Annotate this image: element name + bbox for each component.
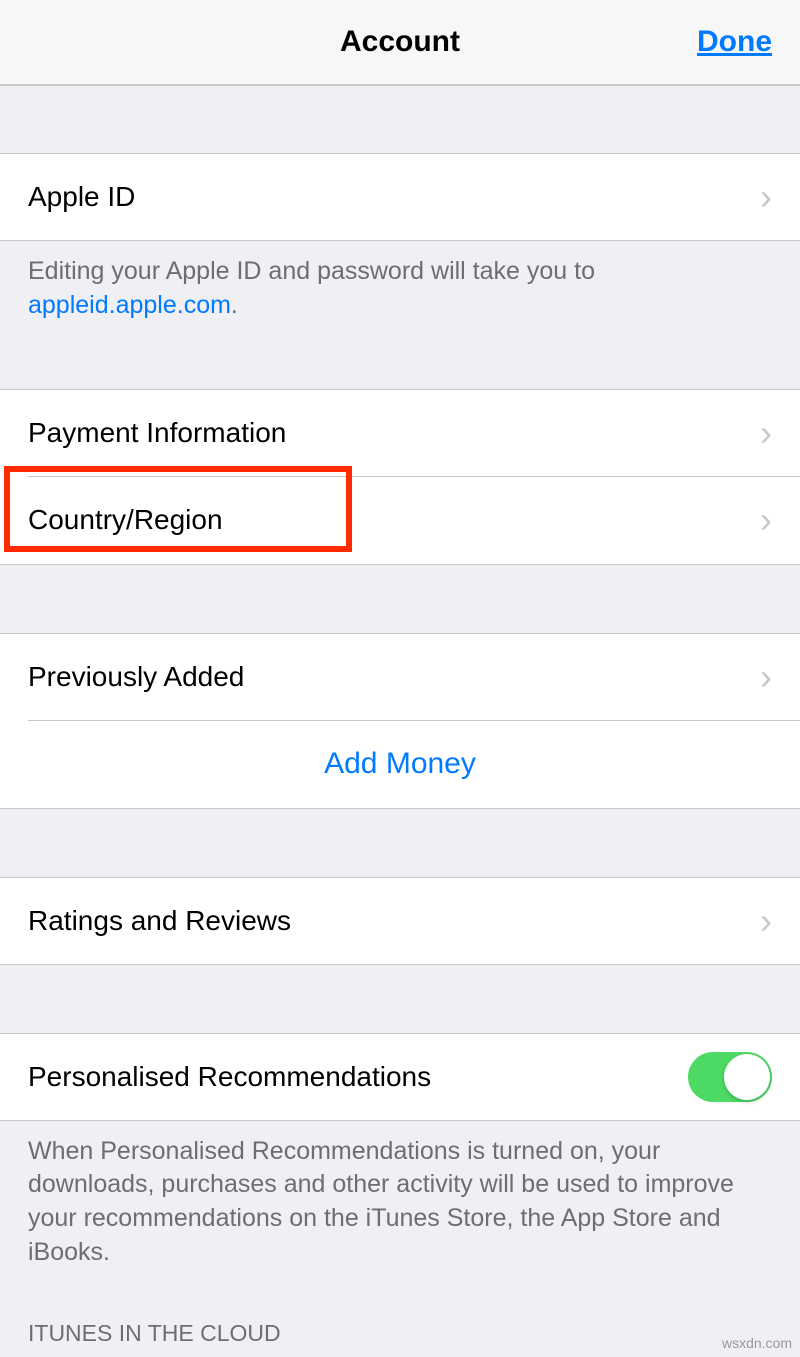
chevron-right-icon: › (760, 900, 772, 942)
page-title: Account (340, 25, 460, 59)
section-gap (0, 965, 800, 1033)
section-gap (0, 85, 800, 153)
personalised-recs-toggle[interactable] (688, 1052, 772, 1102)
chevron-right-icon: › (760, 412, 772, 454)
recs-group: Personalised Recommendations (0, 1033, 800, 1121)
apple-id-footer: Editing your Apple ID and password will … (0, 241, 800, 345)
recs-footer: When Personalised Recommendations is tur… (0, 1121, 800, 1292)
apple-id-label: Apple ID (28, 181, 750, 213)
toggle-knob (724, 1054, 770, 1100)
money-group: Previously Added › Add Money (0, 633, 800, 809)
previously-added-label: Previously Added (28, 661, 750, 693)
chevron-right-icon: › (760, 176, 772, 218)
country-region-label: Country/Region (28, 504, 750, 536)
ratings-reviews-label: Ratings and Reviews (28, 905, 750, 937)
chevron-right-icon: › (760, 499, 772, 541)
apple-id-link[interactable]: appleid.apple.com (28, 291, 231, 319)
apple-id-footer-pre: Editing your Apple ID and password will … (28, 257, 595, 285)
add-money-link: Add Money (324, 747, 476, 781)
section-gap (0, 565, 800, 633)
chevron-right-icon: › (760, 656, 772, 698)
itunes-cloud-header: iTUNES IN THE CLOUD (0, 1292, 800, 1357)
payment-information-label: Payment Information (28, 417, 750, 449)
navigation-bar: Account Done (0, 0, 800, 85)
country-region-row[interactable]: Country/Region › (0, 477, 800, 565)
personalised-recs-row[interactable]: Personalised Recommendations (0, 1033, 800, 1121)
section-gap (0, 809, 800, 877)
personalised-recs-label: Personalised Recommendations (28, 1061, 688, 1093)
watermark: wsxdn.com (722, 1335, 792, 1351)
ratings-group: Ratings and Reviews › (0, 877, 800, 965)
apple-id-group: Apple ID › (0, 153, 800, 241)
section-gap (0, 345, 800, 389)
ratings-reviews-row[interactable]: Ratings and Reviews › (0, 877, 800, 965)
apple-id-row[interactable]: Apple ID › (0, 153, 800, 241)
payment-information-row[interactable]: Payment Information › (0, 389, 800, 477)
payment-group: Payment Information › Country/Region › (0, 389, 800, 565)
done-button[interactable]: Done (697, 25, 772, 59)
add-money-row[interactable]: Add Money (0, 721, 800, 809)
apple-id-footer-post: . (231, 291, 238, 319)
previously-added-row[interactable]: Previously Added › (0, 633, 800, 721)
